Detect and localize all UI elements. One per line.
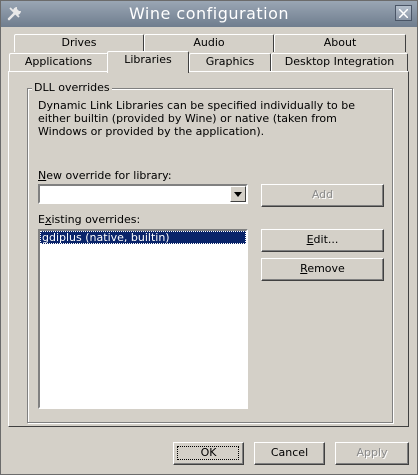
label-text: ew override for library:: [46, 169, 172, 182]
tab-libraries[interactable]: Libraries: [107, 51, 189, 73]
title-bar[interactable]: Wine configuration: [1, 1, 417, 27]
accel-char: N: [38, 169, 47, 182]
cancel-button[interactable]: Cancel: [254, 442, 325, 465]
label-text-pre: E: [38, 213, 45, 226]
window-title: Wine configuration: [128, 4, 290, 23]
tab-drives[interactable]: Drives: [14, 34, 144, 52]
wine-configuration-window: Wine configuration Drives Audio About Ap…: [0, 0, 418, 475]
tab-applications[interactable]: Applications: [9, 53, 108, 71]
existing-overrides-list[interactable]: gdiplus (native, builtin): [38, 229, 248, 409]
existing-overrides-label: Existing overrides:: [38, 213, 140, 226]
close-button[interactable]: [395, 5, 412, 21]
apply-button[interactable]: Apply: [335, 442, 409, 465]
button-label: emove: [307, 262, 345, 275]
edit-button[interactable]: Edit...: [261, 229, 384, 252]
new-override-combo[interactable]: [38, 184, 248, 204]
tab-desktop-integration[interactable]: Desktop Integration: [271, 53, 408, 71]
add-button[interactable]: Add: [261, 184, 384, 207]
tab-audio[interactable]: Audio: [144, 34, 274, 52]
list-item[interactable]: gdiplus (native, builtin): [40, 231, 246, 244]
button-label: dit...: [313, 233, 339, 246]
tab-about[interactable]: About: [274, 34, 406, 52]
combo-dropdown-button[interactable]: [230, 186, 246, 202]
description-text: Dynamic Link Libraries can be specified …: [38, 99, 356, 138]
ok-button[interactable]: OK: [173, 442, 244, 465]
accel-char: E: [306, 233, 314, 246]
tab-graphics[interactable]: Graphics: [189, 53, 271, 71]
remove-button[interactable]: Remove: [261, 258, 384, 281]
label-text: isting overrides:: [51, 213, 141, 226]
group-title: DLL overrides: [32, 81, 112, 94]
new-override-label: New override for library:: [38, 169, 172, 182]
